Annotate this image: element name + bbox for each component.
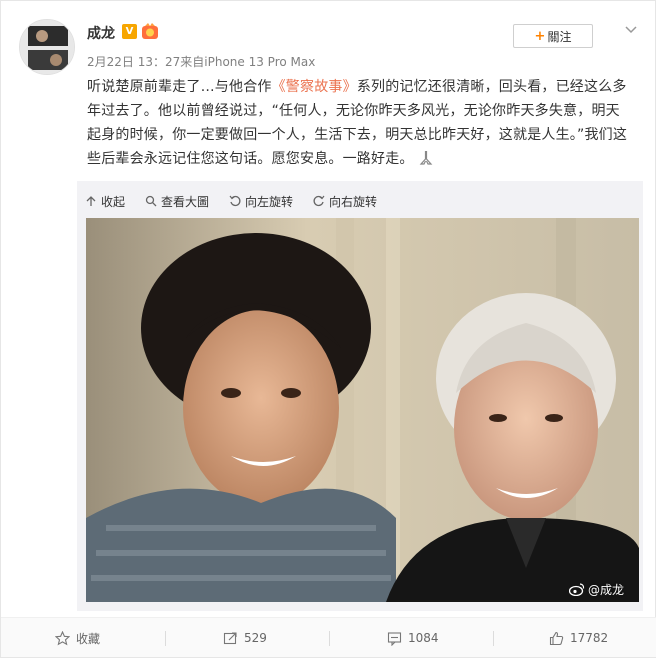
comment-icon (387, 631, 402, 646)
rotate-left-label: 向左旋转 (245, 194, 294, 209)
follow-label: 關注 (547, 29, 572, 44)
repost-count: 529 (244, 631, 267, 645)
verified-badge-icon: V (122, 24, 137, 39)
rotate-right-icon (313, 195, 325, 207)
thumbs-up-icon (549, 631, 564, 645)
comment-button[interactable]: 1084 (387, 618, 439, 658)
view-large-label: 查看大圖 (161, 194, 210, 209)
medal-icon (141, 23, 159, 40)
weibo-logo-icon (569, 583, 585, 596)
action-bar: 收藏 529 1084 17782 (1, 617, 656, 657)
post-time[interactable]: 2月22日 13：27 (87, 55, 180, 69)
magnifier-icon (145, 195, 157, 207)
plus-icon: + (534, 28, 546, 44)
collapse-label: 收起 (101, 194, 126, 209)
repost-icon (223, 631, 237, 644)
divider (493, 631, 494, 646)
collapse-button[interactable]: 收起 (85, 193, 125, 210)
rotate-right-button[interactable]: 向右旋转 (313, 193, 377, 210)
like-count: 17782 (570, 631, 609, 645)
divider (329, 631, 330, 646)
post-meta: 2月22日 13：27来自iPhone 13 Pro Max (87, 53, 315, 70)
rotate-left-button[interactable]: 向左旋转 (229, 193, 293, 210)
post-device[interactable]: iPhone 13 Pro Max (204, 55, 315, 69)
chevron-down-icon[interactable] (623, 21, 639, 37)
source-prefix: 来自 (180, 55, 205, 69)
pray-emoji-icon (418, 150, 434, 166)
rotate-right-label: 向右旋转 (329, 194, 378, 209)
favorite-label: 收藏 (76, 631, 101, 646)
repost-button[interactable]: 529 (223, 618, 267, 658)
author-name[interactable]: 成龙 (87, 23, 115, 43)
avatar[interactable] (19, 19, 75, 75)
post-text: 听说楚原前辈走了…与他合作《警察故事》系列的记忆还很清晰，回头看，已经这么多年过… (87, 75, 633, 171)
star-icon (55, 630, 70, 645)
post-photo[interactable] (86, 218, 639, 602)
post-text-part1: 听说楚原前辈走了…与他合作 (87, 79, 272, 95)
rotate-left-icon (229, 195, 241, 207)
arrow-up-icon (86, 196, 96, 206)
weibo-post-card: 成龙 V 2月22日 13：27来自iPhone 13 Pro Max + 關注… (0, 0, 656, 658)
follow-button[interactable]: + 關注 (513, 24, 593, 48)
photo-watermark: @成龙 (569, 581, 624, 598)
media-toolbar: 收起 查看大圖 向左旋转 向右旋转 (85, 191, 397, 211)
watermark-text: @成龙 (588, 583, 625, 597)
divider (165, 631, 166, 646)
favorite-button[interactable]: 收藏 (55, 618, 100, 658)
like-button[interactable]: 17782 (549, 618, 608, 658)
view-large-button[interactable]: 查看大圖 (145, 193, 209, 210)
comment-count: 1084 (408, 631, 439, 645)
post-topic-link[interactable]: 《警察故事》 (272, 79, 357, 95)
